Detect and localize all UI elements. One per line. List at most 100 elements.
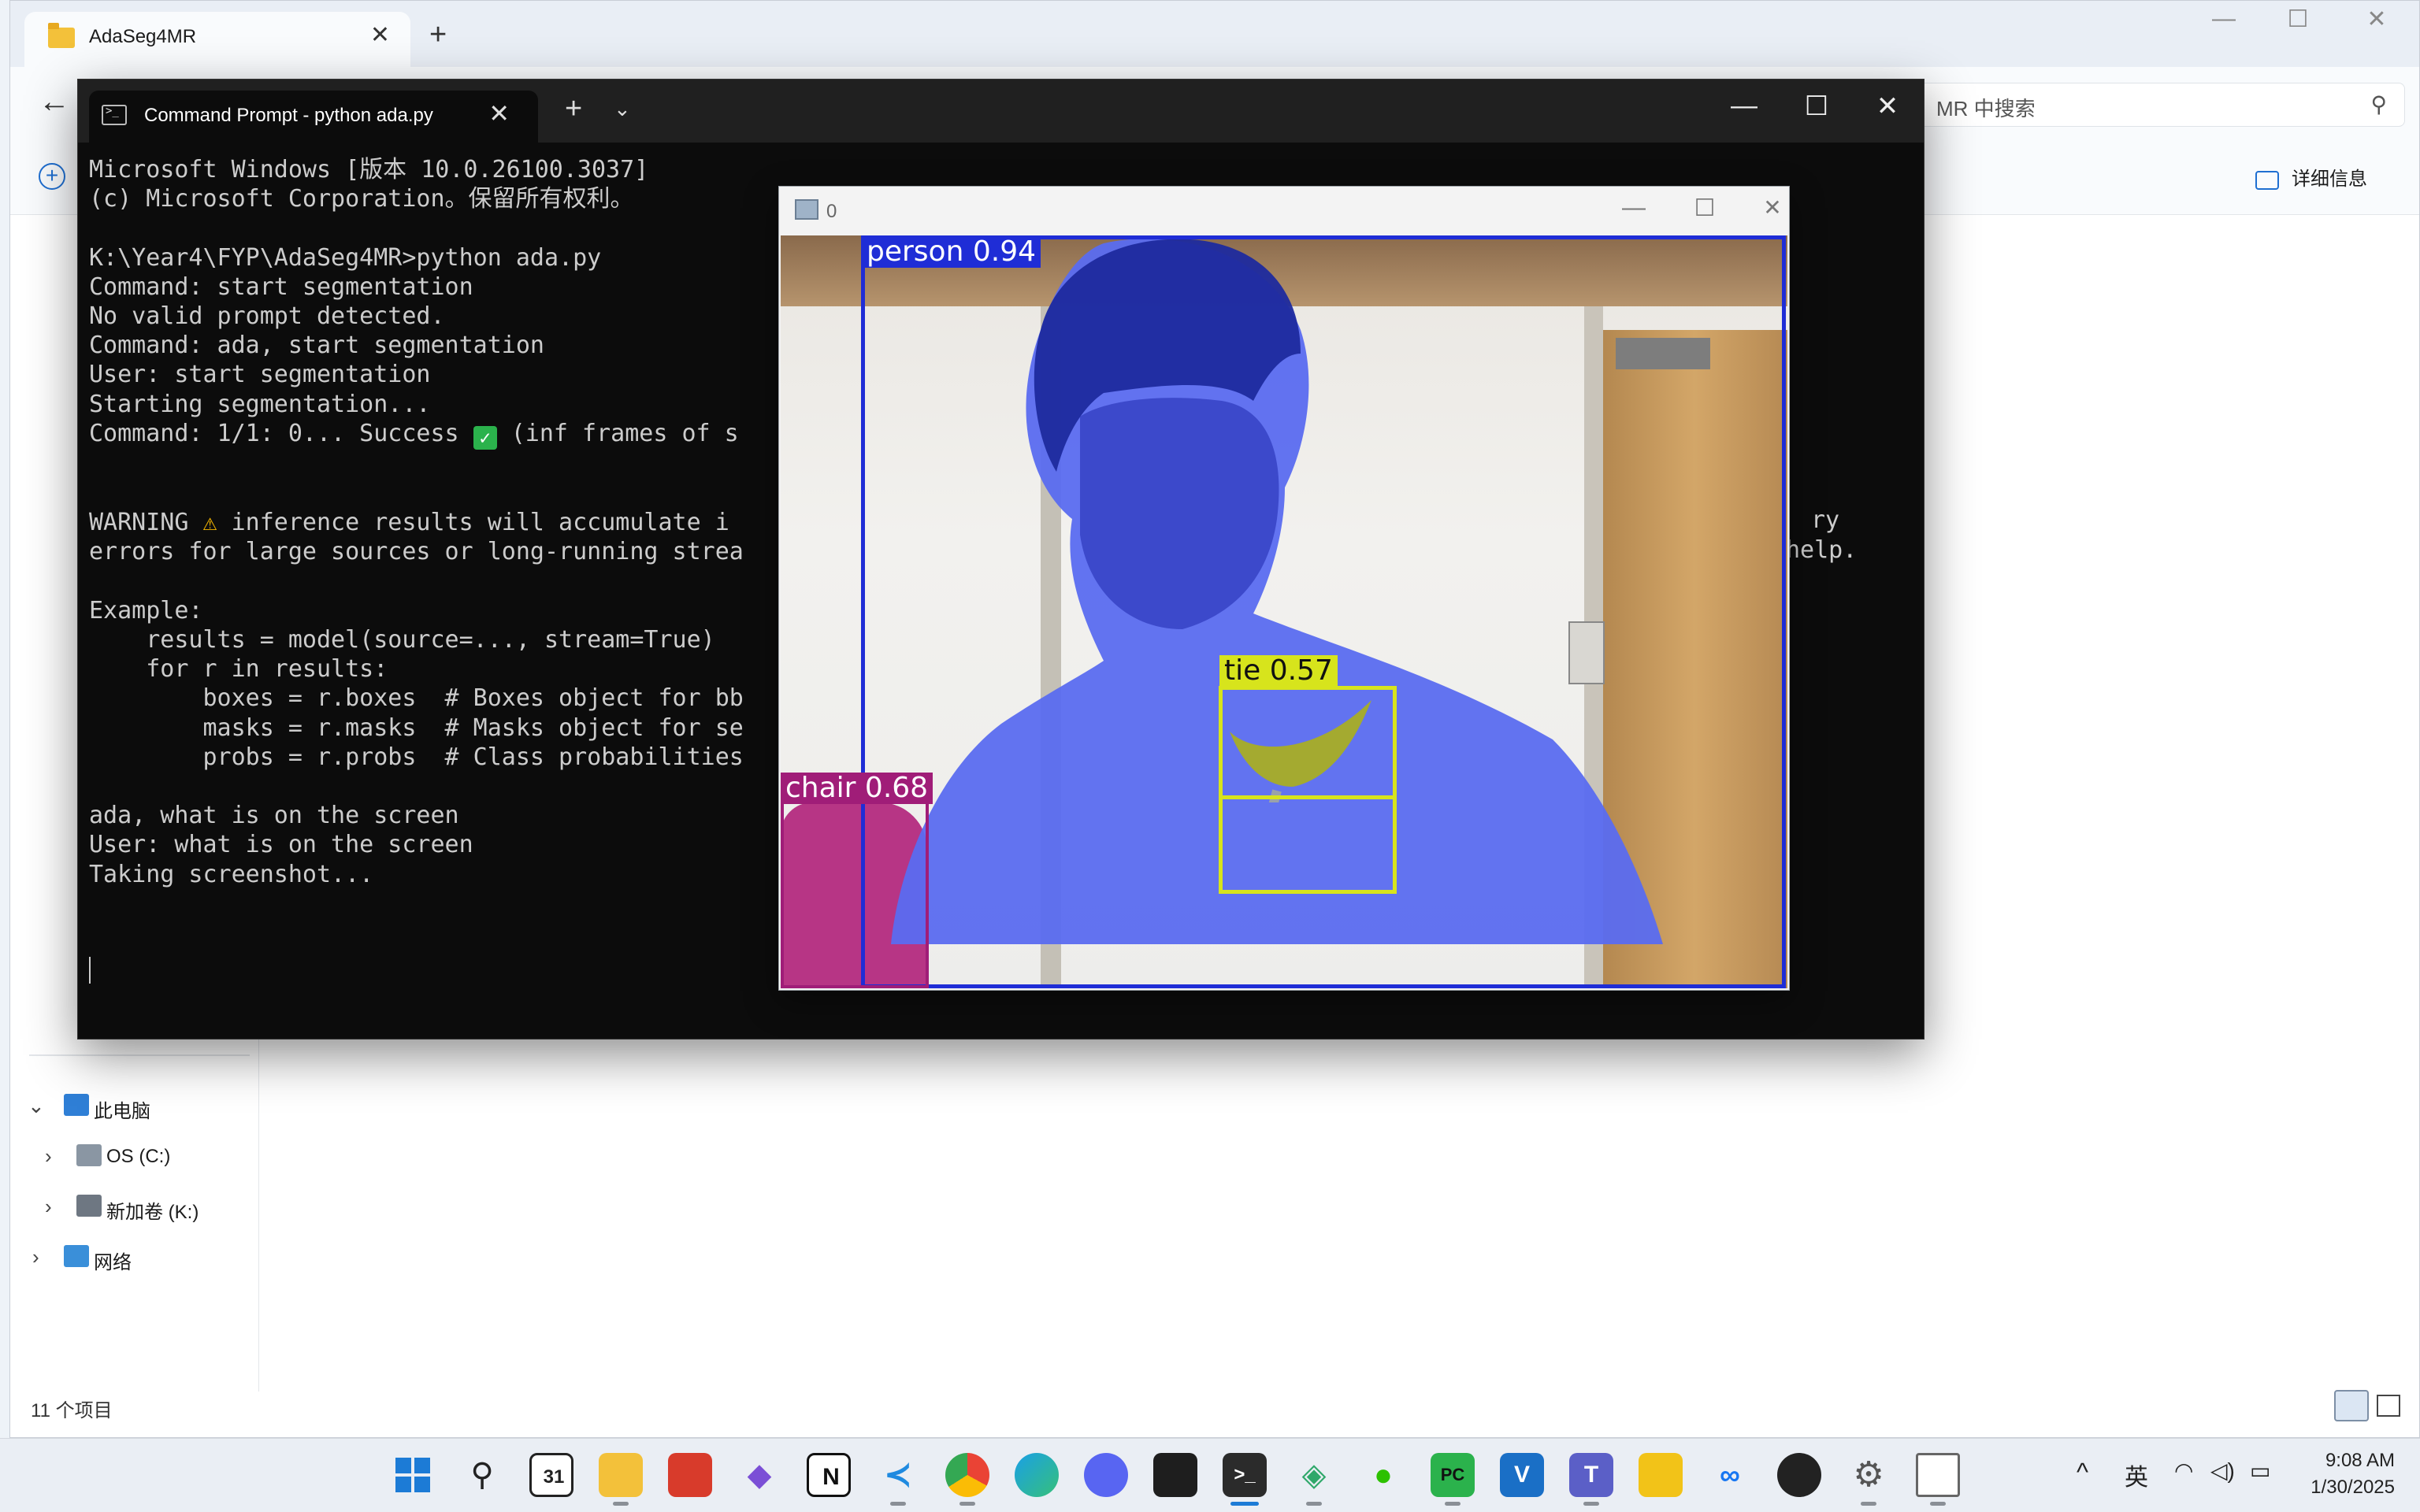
maximize-button[interactable]: ☐ bbox=[1677, 195, 1732, 222]
close-button[interactable]: ✕ bbox=[1860, 91, 1915, 122]
discord-icon[interactable] bbox=[1084, 1453, 1128, 1497]
details-label: 详细信息 bbox=[2292, 169, 2367, 190]
large-icons-view-icon[interactable] bbox=[2377, 1395, 2400, 1417]
network-icon bbox=[64, 1245, 89, 1267]
chair-detection-label: chair 0.68 bbox=[781, 773, 933, 804]
back-arrow-icon[interactable]: ← bbox=[39, 84, 70, 120]
terminal-line-text: Command: 1/1: 0... Success bbox=[89, 419, 473, 447]
segmentation-result-image: person 0.94 tie 0.57 chair 0.68 bbox=[781, 235, 1787, 988]
new-tab-button[interactable]: + bbox=[565, 92, 582, 126]
edge-icon[interactable] bbox=[1015, 1453, 1059, 1497]
running-indicator bbox=[1306, 1502, 1322, 1506]
minimize-button[interactable]: — bbox=[2200, 6, 2247, 32]
nav-label-this-pc: 此电脑 bbox=[94, 1101, 150, 1122]
terminal-titlebar: Command Prompt - python ada.py ✕ + ⌄ — ☐… bbox=[78, 80, 1924, 143]
teams-icon[interactable]: T bbox=[1569, 1453, 1613, 1497]
clock-date[interactable]: 1/30/2025 bbox=[2285, 1477, 2395, 1499]
details-pane-icon bbox=[2255, 170, 2279, 190]
check-icon: ✓ bbox=[473, 425, 497, 450]
viewer-title: 0 bbox=[826, 201, 837, 222]
warning-icon: ⚠ bbox=[202, 509, 217, 537]
tie-detection-label: tie 0.57 bbox=[1219, 655, 1338, 687]
chevron-up-icon[interactable]: ^ bbox=[2077, 1458, 2088, 1487]
wechat-icon[interactable]: ● bbox=[1361, 1453, 1405, 1497]
tab-close-icon[interactable]: ✕ bbox=[488, 98, 510, 128]
search-placeholder: MR 中搜索 bbox=[1936, 97, 2036, 120]
windows-logo-icon bbox=[395, 1458, 430, 1492]
terminal-overflow-text: help. bbox=[1786, 536, 1858, 564]
figma-icon[interactable] bbox=[1153, 1453, 1197, 1497]
running-indicator bbox=[1930, 1502, 1946, 1506]
nav-item-network[interactable]: › 网络 bbox=[10, 1234, 259, 1281]
nav-label-network: 网络 bbox=[94, 1252, 132, 1273]
search-input[interactable]: MR 中搜索 ⚲ bbox=[1917, 83, 2405, 127]
explorer-tab-label: AdaSeg4MR bbox=[89, 26, 197, 47]
file-explorer-icon[interactable] bbox=[599, 1453, 643, 1497]
terminal-overflow-text: ry bbox=[1811, 506, 1840, 534]
nav-item-drive-c[interactable]: › OS (C:) bbox=[10, 1133, 259, 1180]
minimize-button[interactable]: — bbox=[1717, 91, 1772, 121]
notion-icon[interactable]: N bbox=[807, 1453, 851, 1497]
close-button[interactable]: ✕ bbox=[1745, 195, 1800, 220]
chevron-down-icon[interactable]: ⌄ bbox=[614, 97, 631, 121]
nav-label-drive-c: OS (C:) bbox=[106, 1146, 171, 1167]
obsidian-icon[interactable]: ◆ bbox=[737, 1453, 781, 1497]
terminal-line-text: WARNING bbox=[89, 509, 203, 537]
settings-icon[interactable]: ⚙ bbox=[1847, 1453, 1891, 1497]
running-indicator bbox=[959, 1502, 975, 1506]
terminal-line-text: (inf frames of s bbox=[496, 419, 739, 447]
minimize-button[interactable]: — bbox=[1606, 195, 1661, 221]
drive-icon bbox=[76, 1195, 102, 1217]
nav-divider bbox=[29, 1054, 250, 1056]
chevron-right-icon[interactable]: › bbox=[32, 1245, 39, 1269]
viewer-titlebar: 0 — ☐ ✕ bbox=[779, 187, 1789, 235]
chevron-right-icon[interactable]: › bbox=[45, 1195, 52, 1219]
clock-time[interactable]: 9:08 AM bbox=[2285, 1450, 2395, 1472]
chrome-icon[interactable] bbox=[945, 1453, 989, 1497]
tab-close-icon[interactable]: ✕ bbox=[370, 21, 390, 49]
terminal-tab[interactable]: Command Prompt - python ada.py ✕ bbox=[89, 91, 538, 143]
image-window-icon bbox=[795, 199, 818, 220]
new-tab-button[interactable]: + bbox=[429, 18, 447, 52]
running-indicator bbox=[1445, 1502, 1461, 1506]
search-icon[interactable]: ⚲ bbox=[460, 1453, 504, 1497]
item-count-status: 11 个项目 bbox=[31, 1400, 113, 1421]
obs-icon[interactable] bbox=[1777, 1453, 1821, 1497]
puzzle-icon[interactable] bbox=[1639, 1453, 1683, 1497]
running-indicator bbox=[1583, 1502, 1599, 1506]
drive-icon bbox=[76, 1144, 102, 1166]
chevron-down-icon[interactable]: ⌄ bbox=[28, 1094, 45, 1118]
new-item-icon[interactable]: + bbox=[39, 163, 65, 190]
vectorize-icon[interactable]: V bbox=[1500, 1453, 1544, 1497]
terminal-tab-label: Command Prompt - python ada.py bbox=[144, 105, 433, 126]
segmentation-viewer-window: 0 — ☐ ✕ person 0.94 tie 0.57 chair 0.68 bbox=[778, 186, 1790, 991]
screen-recorder-icon[interactable] bbox=[668, 1453, 712, 1497]
running-indicator bbox=[1861, 1502, 1876, 1506]
close-button[interactable]: ✕ bbox=[2353, 6, 2400, 33]
pycharm-icon[interactable]: PC bbox=[1431, 1453, 1475, 1497]
input-method-indicator[interactable]: 英 bbox=[2125, 1458, 2148, 1492]
volume-icon[interactable]: ◁) bbox=[2210, 1458, 2235, 1484]
wifi-icon[interactable]: ◠ bbox=[2174, 1458, 2193, 1484]
chevron-right-icon[interactable]: › bbox=[45, 1144, 52, 1169]
nav-label-drive-k: 新加卷 (K:) bbox=[106, 1202, 199, 1223]
details-view-icon[interactable] bbox=[2334, 1390, 2369, 1421]
text-cursor bbox=[89, 957, 91, 984]
git-icon[interactable]: ◈ bbox=[1292, 1453, 1336, 1497]
meta-icon[interactable]: ∞ bbox=[1708, 1453, 1752, 1497]
explorer-tab[interactable]: AdaSeg4MR ✕ bbox=[24, 12, 410, 67]
calendar-icon[interactable]: 31 bbox=[529, 1453, 573, 1497]
nav-item-this-pc[interactable]: ⌄ 此电脑 bbox=[10, 1083, 259, 1130]
battery-icon[interactable]: ▭ bbox=[2250, 1458, 2270, 1484]
start-icon[interactable] bbox=[391, 1453, 435, 1497]
details-pane-button[interactable]: 详细信息 bbox=[2255, 163, 2367, 191]
maximize-button[interactable]: ☐ bbox=[2274, 6, 2322, 33]
terminal-icon[interactable]: >_ bbox=[1223, 1453, 1267, 1497]
notepad-icon[interactable] bbox=[1916, 1453, 1960, 1497]
search-icon: ⚲ bbox=[2370, 92, 2387, 117]
person-detection-label: person 0.94 bbox=[862, 236, 1041, 268]
vscode-icon[interactable]: ≺ bbox=[876, 1453, 920, 1497]
nav-item-drive-k[interactable]: › 新加卷 (K:) bbox=[10, 1184, 259, 1231]
running-indicator bbox=[613, 1502, 629, 1506]
maximize-button[interactable]: ☐ bbox=[1789, 91, 1844, 122]
